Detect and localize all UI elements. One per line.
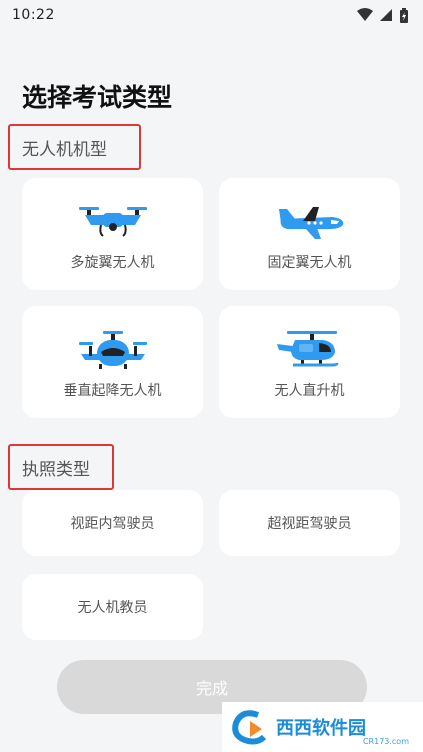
option-multirotor-drone[interactable]: 多旋翼无人机 bbox=[22, 178, 203, 290]
option-bvlos-pilot[interactable]: 超视距驾驶员 bbox=[219, 490, 400, 556]
battery-icon bbox=[400, 7, 408, 23]
option-label: 超视距驾驶员 bbox=[267, 516, 352, 532]
option-vlos-pilot[interactable]: 视距内驾驶员 bbox=[22, 490, 203, 556]
watermark-logo-icon bbox=[232, 710, 267, 745]
cellular-signal-icon bbox=[380, 9, 392, 21]
multirotor-drone-icon bbox=[77, 196, 149, 246]
status-bar: 10:22 bbox=[0, 0, 423, 30]
fixed-wing-plane-icon bbox=[273, 196, 347, 246]
option-label: 无人直升机 bbox=[274, 383, 345, 399]
option-unmanned-helicopter[interactable]: 无人直升机 bbox=[219, 306, 400, 418]
option-label: 无人机教员 bbox=[77, 600, 148, 616]
option-label: 多旋翼无人机 bbox=[70, 255, 155, 271]
wifi-icon bbox=[357, 8, 373, 21]
option-vtol-drone[interactable]: 垂直起降无人机 bbox=[22, 306, 203, 418]
page-title: 选择考试类型 bbox=[22, 83, 173, 112]
option-label: 固定翼无人机 bbox=[267, 255, 352, 271]
option-label: 视距内驾驶员 bbox=[70, 516, 155, 532]
option-fixed-wing-drone[interactable]: 固定翼无人机 bbox=[219, 178, 400, 290]
section-label-license-type: 执照类型 bbox=[8, 444, 114, 490]
option-drone-instructor[interactable]: 无人机教员 bbox=[22, 574, 203, 640]
helicopter-icon bbox=[273, 324, 347, 374]
watermark-url: CR173.com bbox=[362, 737, 409, 746]
watermark: 西西软件园 CR173.com bbox=[222, 702, 423, 752]
status-time: 10:22 bbox=[12, 7, 55, 23]
section-label-aircraft-type: 无人机机型 bbox=[8, 124, 141, 170]
status-icons bbox=[357, 7, 409, 23]
option-label: 垂直起降无人机 bbox=[63, 383, 162, 399]
watermark-brand: 西西软件园 bbox=[276, 718, 366, 739]
vtol-drone-icon bbox=[77, 324, 149, 374]
